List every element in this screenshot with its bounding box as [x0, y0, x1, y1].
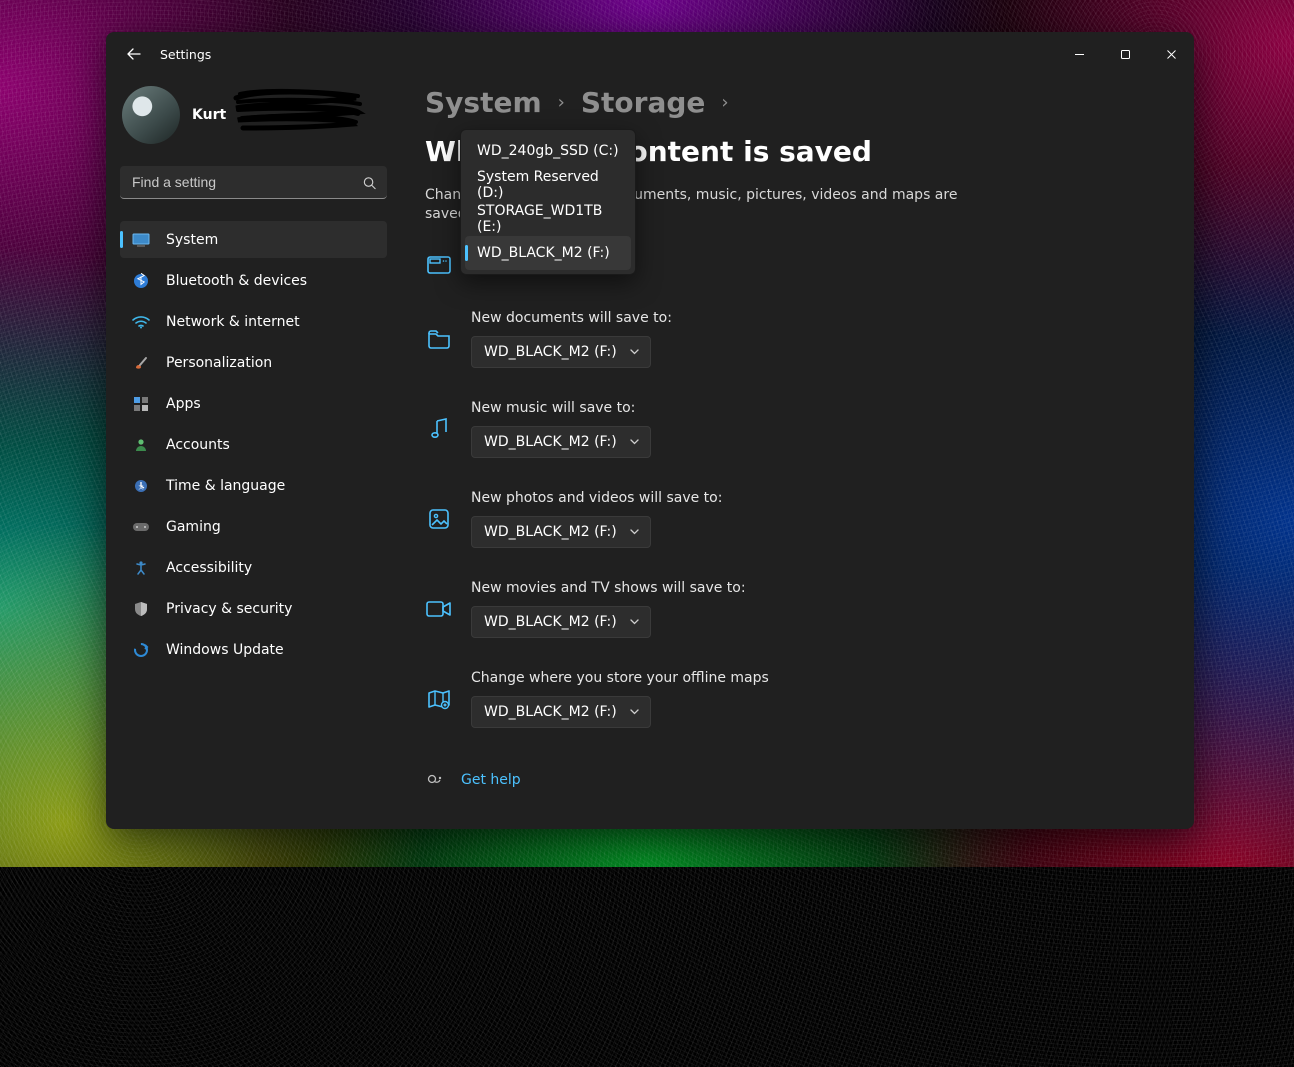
sidebar-item-personal[interactable]: Personalization — [120, 344, 387, 381]
close-button[interactable] — [1148, 38, 1194, 70]
map-icon — [425, 688, 453, 710]
music-icon — [425, 417, 453, 441]
sidebar-item-label: System — [166, 232, 218, 248]
image-icon — [425, 508, 453, 530]
drive-select-movies[interactable]: WD_BLACK_M2 (F:) — [471, 606, 651, 638]
avatar — [122, 86, 180, 144]
setting-row-movies: New movies and TV shows will save to: WD_… — [425, 580, 1154, 638]
drive-select-maps[interactable]: WD_BLACK_M2 (F:) — [471, 696, 651, 728]
minimize-icon — [1074, 49, 1085, 60]
sidebar-item-label: Network & internet — [166, 314, 300, 330]
drive-select-value: WD_BLACK_M2 (F:) — [484, 434, 617, 450]
sidebar-item-label: Privacy & security — [166, 601, 292, 617]
sidebar-item-bluetooth[interactable]: Bluetooth & devices — [120, 262, 387, 299]
account-card[interactable]: Kurt — [120, 80, 387, 166]
nav-panel: Kurt System Bluetooth & devices Network & … — [106, 76, 401, 829]
back-button[interactable] — [114, 34, 154, 74]
search-box[interactable] — [120, 166, 387, 199]
chevron-down-icon — [629, 346, 640, 357]
sidebar-item-label: Windows Update — [166, 642, 284, 658]
svg-text:文: 文 — [138, 484, 143, 491]
drive-select-docs[interactable]: WD_BLACK_M2 (F:) — [471, 336, 651, 368]
settings-window: Settings Kurt — [106, 32, 1194, 829]
setting-label: New movies and TV shows will save to: — [471, 580, 746, 596]
video-icon — [425, 600, 453, 618]
shield-icon — [132, 601, 150, 617]
search-icon — [362, 175, 377, 190]
sidebar-item-system[interactable]: System — [120, 221, 387, 258]
breadcrumb-root[interactable]: System — [425, 86, 542, 119]
drive-dropdown[interactable]: WD_240gb_SSD (C:)System Reserved (D:)STO… — [460, 129, 636, 275]
setting-label: New photos and videos will save to: — [471, 490, 722, 506]
bluetooth-icon — [132, 273, 150, 289]
account-name: Kurt — [192, 107, 226, 123]
sidebar-item-accounts[interactable]: Accounts — [120, 426, 387, 463]
setting-row-music: New music will save to: WD_BLACK_M2 (F:) — [425, 400, 1154, 458]
sidebar-item-label: Time & language — [166, 478, 285, 494]
sidebar-item-apps[interactable]: Apps — [120, 385, 387, 422]
dropdown-option[interactable]: STORAGE_WD1TB (E:) — [465, 202, 631, 236]
sidebar-item-label: Bluetooth & devices — [166, 273, 307, 289]
main-content: System › Storage › Where new content is … — [401, 76, 1194, 829]
dropdown-option[interactable]: WD_240gb_SSD (C:) — [465, 134, 631, 168]
sidebar-item-label: Accessibility — [166, 560, 252, 576]
setting-label: New documents will save to: — [471, 310, 672, 326]
drive-select-value: WD_BLACK_M2 (F:) — [484, 614, 617, 630]
drive-select-photos[interactable]: WD_BLACK_M2 (F:) — [471, 516, 651, 548]
sidebar-item-label: Gaming — [166, 519, 221, 535]
dropdown-option[interactable]: System Reserved (D:) — [465, 168, 631, 202]
chevron-down-icon — [629, 706, 640, 717]
update-icon — [132, 642, 150, 658]
maximize-icon — [1120, 49, 1131, 60]
sidebar-item-label: Accounts — [166, 437, 230, 453]
sidebar-item-label: Personalization — [166, 355, 272, 371]
setting-row-docs: New documents will save to: WD_BLACK_M2 (… — [425, 310, 1154, 368]
chevron-down-icon — [629, 526, 640, 537]
setting-label: Change where you store your offline maps — [471, 670, 769, 686]
app-window-icon — [425, 254, 453, 276]
chevron-down-icon — [629, 616, 640, 627]
chevron-right-icon: › — [721, 92, 728, 113]
drive-select-value: WD_BLACK_M2 (F:) — [484, 704, 617, 720]
app-title: Settings — [160, 47, 211, 62]
clock-icon: 文 — [132, 478, 150, 494]
sidebar-item-time[interactable]: 文 Time & language — [120, 467, 387, 504]
wifi-icon — [132, 315, 150, 329]
chevron-right-icon: › — [558, 92, 565, 113]
display-icon — [132, 233, 150, 247]
setting-row-maps: Change where you store your offline maps… — [425, 670, 1154, 728]
sidebar-item-label: Apps — [166, 396, 201, 412]
breadcrumb-parent[interactable]: Storage — [581, 86, 706, 119]
setting-row-photos: New photos and videos will save to: WD_BL… — [425, 490, 1154, 548]
minimize-button[interactable] — [1056, 38, 1102, 70]
get-help-link[interactable]: Get help — [461, 772, 521, 788]
drive-select-value: WD_BLACK_M2 (F:) — [484, 524, 617, 540]
drive-select-music[interactable]: WD_BLACK_M2 (F:) — [471, 426, 651, 458]
person-icon — [132, 437, 150, 453]
titlebar: Settings — [106, 32, 1194, 76]
gamepad-icon — [132, 521, 150, 533]
sidebar-item-network[interactable]: Network & internet — [120, 303, 387, 340]
apps-icon — [132, 396, 150, 412]
accessibility-icon — [132, 560, 150, 576]
brush-icon — [132, 355, 150, 371]
help-icon — [425, 770, 445, 790]
sidebar-item-access[interactable]: Accessibility — [120, 549, 387, 586]
folder-icon — [425, 329, 453, 349]
dropdown-option[interactable]: WD_BLACK_M2 (F:) — [465, 236, 631, 270]
maximize-button[interactable] — [1102, 38, 1148, 70]
back-arrow-icon — [126, 46, 142, 62]
chevron-down-icon — [629, 436, 640, 447]
sidebar-item-update[interactable]: Windows Update — [120, 631, 387, 668]
search-input[interactable] — [120, 166, 387, 199]
sidebar-item-privacy[interactable]: Privacy & security — [120, 590, 387, 627]
drive-select-value: WD_BLACK_M2 (F:) — [484, 344, 617, 360]
setting-label: New music will save to: — [471, 400, 651, 416]
sidebar-item-gaming[interactable]: Gaming — [120, 508, 387, 545]
close-icon — [1166, 49, 1177, 60]
